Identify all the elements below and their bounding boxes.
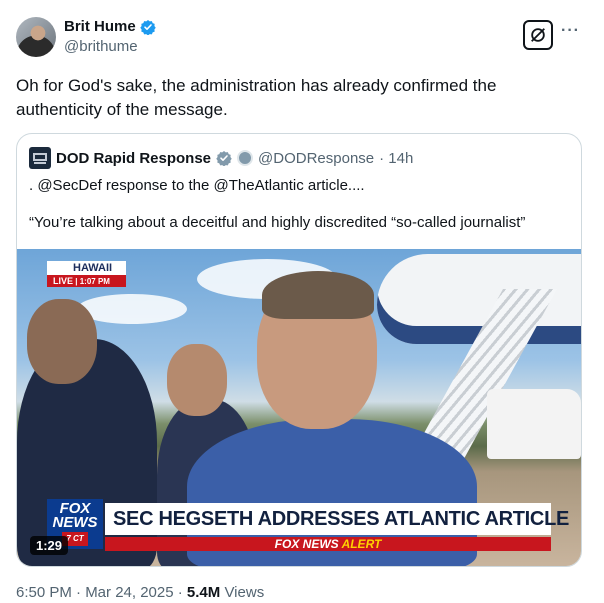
alert-word: ALERT bbox=[341, 537, 382, 551]
timestamp[interactable]: 6:50 PM · Mar 24, 2025 · bbox=[16, 584, 187, 601]
logo-line2: NEWS bbox=[52, 514, 98, 531]
person-middle-head bbox=[167, 344, 227, 416]
author-avatar[interactable] bbox=[16, 17, 56, 57]
more-icon[interactable]: ··· bbox=[561, 22, 580, 40]
tweet-meta: 6:50 PM · Mar 24, 2025 · 5.4M Views bbox=[16, 584, 264, 601]
tweet-text: Oh for God's sake, the administration ha… bbox=[16, 76, 497, 119]
live-bar: LIVE | 1:07 PM bbox=[47, 275, 127, 287]
views-count: 5.4M bbox=[186, 584, 221, 601]
grok-button[interactable] bbox=[523, 20, 553, 50]
quoted-header: DOD Rapid Response @DODResponse · 14h bbox=[29, 147, 413, 169]
author-block: Brit Hume @brithume bbox=[64, 18, 156, 55]
quoted-tweet[interactable]: DOD Rapid Response @DODResponse · 14h . … bbox=[16, 133, 582, 567]
alert-brand: FOX NEWS bbox=[274, 537, 339, 551]
quoted-text-line1: . @SecDef response to the @TheAtlantic a… bbox=[29, 177, 365, 194]
chyron-headline: SEC HEGSETH ADDRESSES ATLANTIC ARTICLE bbox=[105, 503, 569, 535]
dod-seal-icon bbox=[33, 153, 47, 164]
tweet: Brit Hume @brithume ··· Oh for God's sak… bbox=[0, 0, 604, 603]
quoted-text-line2: “You’re talking about a deceitful and hi… bbox=[29, 214, 526, 231]
author-handle[interactable]: @brithume bbox=[64, 38, 156, 55]
government-badge-icon bbox=[237, 150, 254, 166]
quoted-handle[interactable]: @DODResponse bbox=[258, 150, 374, 167]
live-location: HAWAII bbox=[47, 261, 127, 275]
live-label: LIVE bbox=[53, 276, 74, 286]
live-time: 1:07 PM bbox=[79, 277, 110, 286]
quoted-time[interactable]: · 14h bbox=[379, 150, 413, 167]
quoted-avatar[interactable] bbox=[29, 147, 51, 169]
verified-badge-icon bbox=[139, 19, 156, 35]
views-label: Views bbox=[220, 584, 265, 601]
grok-icon bbox=[531, 28, 545, 42]
verified-badge-icon bbox=[216, 151, 232, 166]
video-player[interactable]: HAWAII LIVE | 1:07 PM FOX NEWS 7 CT SEC … bbox=[17, 249, 581, 566]
author-name-row: Brit Hume bbox=[64, 18, 156, 35]
live-tag: HAWAII LIVE | 1:07 PM bbox=[47, 261, 127, 287]
bodyguard-left-head bbox=[27, 299, 97, 384]
video-duration: 1:29 bbox=[30, 536, 69, 555]
quoted-display-name[interactable]: DOD Rapid Response bbox=[56, 150, 211, 167]
lower-third: FOX NEWS 7 CT SEC HEGSETH ADDRESSES ATLA… bbox=[47, 499, 569, 555]
hegseth-hair bbox=[262, 271, 374, 319]
truck bbox=[487, 389, 581, 459]
alert-bar: FOX NEWS ALERT bbox=[105, 537, 551, 551]
author-display-name[interactable]: Brit Hume bbox=[64, 18, 136, 35]
